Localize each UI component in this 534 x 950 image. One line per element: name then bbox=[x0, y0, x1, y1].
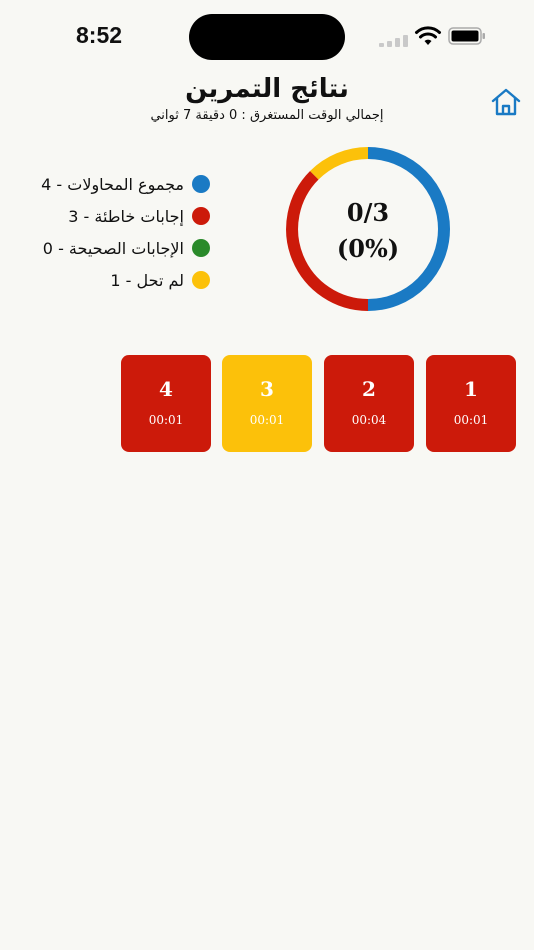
green-dot-icon bbox=[192, 239, 210, 257]
score-value: 0/3 bbox=[346, 198, 390, 227]
question-time: 00:01 bbox=[249, 413, 285, 427]
blue-dot-icon bbox=[192, 175, 210, 193]
results-legend: مجموع المحاولات - 4 إجابات خاطئة - 3 الإ… bbox=[10, 168, 210, 296]
cellular-signal-icon bbox=[379, 35, 409, 47]
ring-segment-yellow bbox=[310, 147, 369, 180]
legend-item-attempts: مجموع المحاولات - 4 bbox=[10, 168, 210, 200]
question-number: 4 bbox=[159, 377, 173, 401]
question-card-2[interactable]: 2 00:04 bbox=[324, 355, 414, 452]
legend-label: مجموع المحاولات - 4 bbox=[41, 174, 184, 194]
question-time: 00:01 bbox=[453, 413, 489, 427]
status-bar: 8:52 bbox=[0, 0, 534, 70]
legend-label: الإجابات الصحيحة - 0 bbox=[42, 238, 184, 258]
status-time: 8:52 bbox=[76, 22, 123, 48]
question-cards: 1 00:01 2 00:04 3 00:01 4 00:01 bbox=[0, 355, 534, 453]
legend-item-correct: الإجابات الصحيحة - 0 bbox=[10, 232, 210, 264]
red-dot-icon bbox=[192, 207, 210, 225]
legend-item-unanswered: لم تحل - 1 bbox=[10, 264, 210, 296]
score-text: 0/3 (0%) bbox=[284, 195, 452, 267]
question-card-4[interactable]: 4 00:01 bbox=[121, 355, 211, 452]
battery-icon bbox=[448, 27, 485, 45]
total-time-text: إجمالي الوقت المستغرق : 0 دقيقة 7 ثواني bbox=[150, 108, 384, 123]
score-percent: (0%) bbox=[336, 234, 400, 263]
legend-label: لم تحل - 1 bbox=[110, 270, 184, 290]
yellow-dot-icon bbox=[192, 271, 210, 289]
legend-item-wrong: إجابات خاطئة - 3 bbox=[10, 200, 210, 232]
question-card-1[interactable]: 1 00:01 bbox=[426, 355, 516, 452]
question-number: 3 bbox=[260, 377, 274, 401]
dynamic-island bbox=[189, 14, 345, 60]
page-title: نتائج التمرين bbox=[185, 74, 349, 104]
question-card-3[interactable]: 3 00:01 bbox=[222, 355, 312, 452]
home-icon[interactable] bbox=[490, 86, 522, 118]
question-number: 2 bbox=[362, 377, 376, 401]
wifi-icon bbox=[415, 26, 441, 45]
legend-label: إجابات خاطئة - 3 bbox=[68, 206, 184, 226]
question-time: 00:01 bbox=[148, 413, 184, 427]
question-number: 1 bbox=[464, 377, 478, 401]
question-time: 00:04 bbox=[351, 413, 387, 427]
